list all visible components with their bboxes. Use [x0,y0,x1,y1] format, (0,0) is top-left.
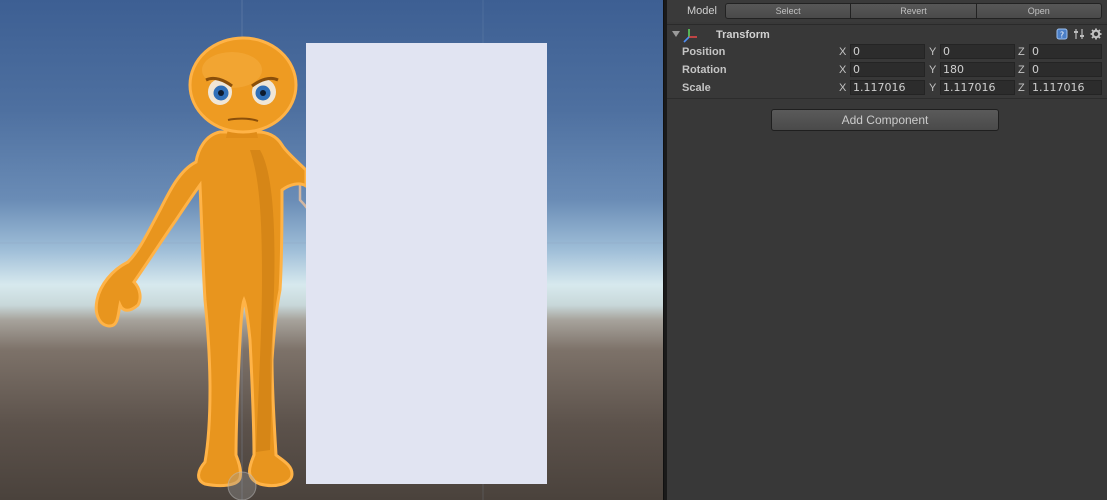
add-component-button[interactable]: Add Component [771,109,999,131]
axis-x-label: X [839,46,847,58]
position-row: Position X 0 Y 0 Z 0 [667,43,1107,61]
position-label: Position [682,46,726,58]
scale-x-field[interactable]: 1.117016 [850,80,925,95]
position-z-field[interactable]: 0 [1029,44,1102,59]
character-head-highlight [202,52,262,88]
axis-y-label: Y [929,46,937,58]
rotation-row: Rotation X 0 Y 180 Z 0 [667,61,1107,79]
axis-x-label: X [839,64,847,76]
transform-axes-icon [683,29,697,43]
axis-y-label: Y [929,64,937,76]
scale-z-field[interactable]: 1.117016 [1029,80,1102,95]
character-body [94,130,308,488]
svg-text:?: ? [1060,31,1064,40]
orange-alien-character[interactable] [94,36,308,488]
unity-editor: Model Select Revert Open Transform ? Pos… [0,0,1107,500]
model-label: Model [687,5,717,17]
scene-canvas [0,0,663,500]
preset-icon[interactable] [1073,28,1085,40]
select-button[interactable]: Select [725,3,852,19]
pivot-gizmo[interactable] [227,471,257,500]
foldout-arrow-icon[interactable] [672,31,680,37]
gear-icon[interactable] [1090,28,1102,40]
inspector-panel: Model Select Revert Open Transform ? Pos… [667,0,1107,500]
rotation-x-field[interactable]: 0 [850,62,925,77]
scale-label: Scale [682,82,711,94]
axis-x-label: X [839,82,847,94]
position-y-field[interactable]: 0 [940,44,1015,59]
model-button-group: Select Revert Open [725,3,1102,19]
help-icon[interactable]: ? [1056,28,1068,40]
model-row: Model Select Revert Open [667,0,1107,22]
rotation-z-field[interactable]: 0 [1029,62,1102,77]
white-quad[interactable] [306,43,547,484]
rotation-y-field[interactable]: 180 [940,62,1015,77]
divider [667,24,1107,25]
scene-view[interactable] [0,0,663,500]
scale-row: Scale X 1.117016 Y 1.117016 Z 1.117016 [667,79,1107,97]
position-x-field[interactable]: 0 [850,44,925,59]
divider [667,98,1107,99]
axis-z-label: Z [1018,82,1025,94]
revert-button[interactable]: Revert [851,3,977,19]
open-button[interactable]: Open [976,3,1102,19]
axis-z-label: Z [1018,64,1025,76]
rotation-label: Rotation [682,64,727,76]
scale-y-field[interactable]: 1.117016 [940,80,1015,95]
component-title: Transform [716,29,770,41]
axis-y-label: Y [929,82,937,94]
transform-header[interactable]: Transform ? [667,26,1107,44]
axis-z-label: Z [1018,46,1025,58]
